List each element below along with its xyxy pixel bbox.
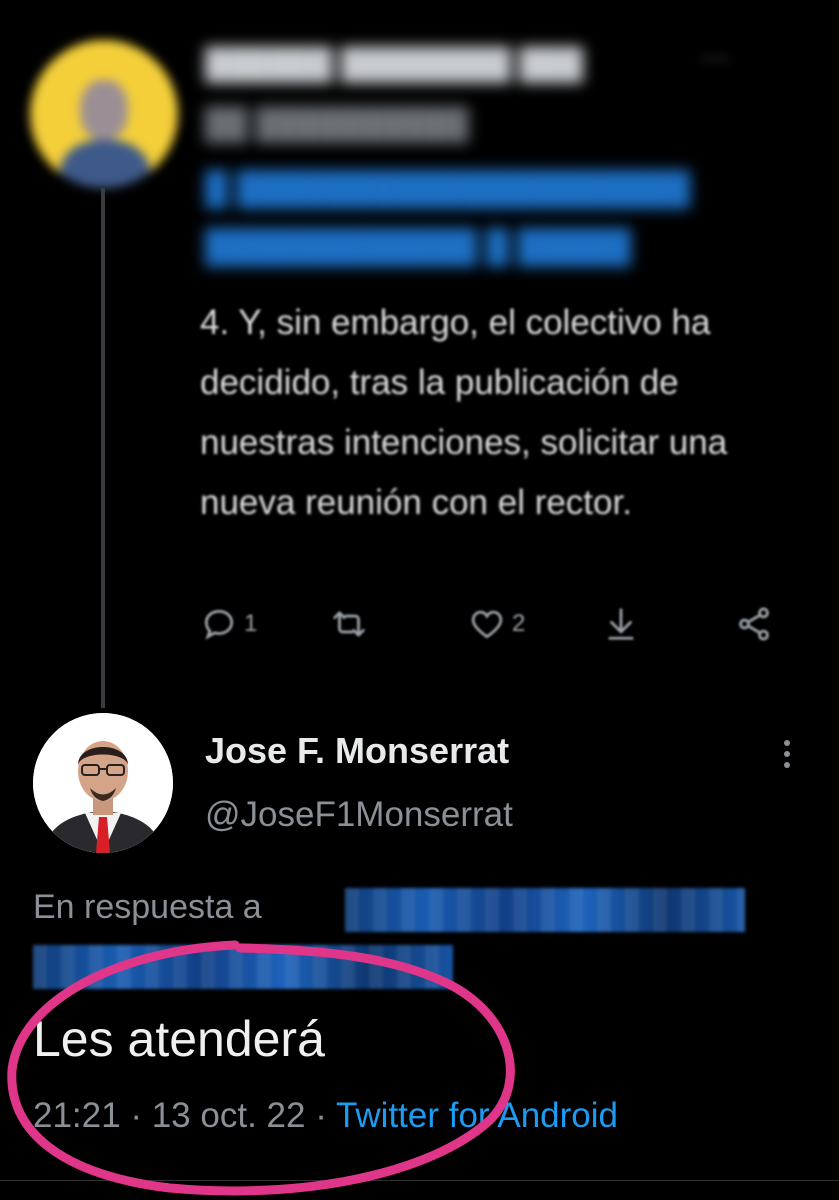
reply-to-mention-pixelated-2[interactable] bbox=[33, 945, 453, 989]
parent-action-bar: 1 2 bbox=[200, 605, 790, 655]
parent-author-avatar[interactable] bbox=[30, 40, 178, 188]
thread-connector-line bbox=[101, 188, 105, 708]
share-icon bbox=[739, 607, 769, 641]
parent-mention-redacted-2: ████████████ █ █████ bbox=[205, 228, 631, 264]
download-icon bbox=[608, 608, 634, 640]
tweet-metadata: 21:21 · 13 oct. 22 · Twitter for Android bbox=[33, 1096, 618, 1136]
parent-author-name-redacted: ██████ ████████ ███ bbox=[205, 48, 584, 81]
more-options-icon[interactable] bbox=[772, 735, 802, 775]
parent-reply-context-redacted: ██ ██████████ bbox=[205, 108, 469, 141]
tweet-time[interactable]: 21:21 bbox=[33, 1096, 121, 1135]
share-button[interactable] bbox=[735, 605, 773, 643]
reply-count: 1 bbox=[244, 610, 258, 637]
divider bbox=[0, 1180, 839, 1181]
retweet-icon bbox=[333, 611, 365, 637]
tweet-source-app[interactable]: Twitter for Android bbox=[336, 1096, 618, 1135]
like-count: 2 bbox=[512, 610, 526, 637]
author-handle[interactable]: @JoseF1Monserrat bbox=[205, 795, 513, 835]
tweet-date[interactable]: 13 oct. 22 bbox=[152, 1096, 306, 1135]
meta-separator-2: · bbox=[315, 1096, 327, 1135]
author-avatar[interactable] bbox=[33, 713, 173, 853]
like-button[interactable]: 2 bbox=[468, 605, 525, 643]
parent-mention-redacted: █ ████████████████████ bbox=[205, 170, 690, 206]
download-button[interactable] bbox=[602, 605, 640, 643]
author-name[interactable]: Jose F. Monserrat bbox=[205, 730, 509, 772]
reply-icon bbox=[204, 609, 234, 640]
reply-to-label: En respuesta a bbox=[33, 888, 262, 926]
meta-separator: · bbox=[130, 1096, 142, 1135]
reply-button[interactable]: 1 bbox=[200, 605, 257, 643]
retweet-button[interactable] bbox=[330, 605, 368, 643]
tweet-text: Les atenderá bbox=[33, 1011, 325, 1067]
like-icon bbox=[471, 610, 503, 639]
parent-more-icon[interactable]: ⋯ bbox=[700, 42, 730, 77]
parent-tweet-text: 4. Y, sin embargo, el colectivo ha decid… bbox=[200, 303, 728, 522]
author-photo bbox=[33, 713, 173, 853]
reply-to-mention-pixelated[interactable] bbox=[345, 888, 745, 932]
